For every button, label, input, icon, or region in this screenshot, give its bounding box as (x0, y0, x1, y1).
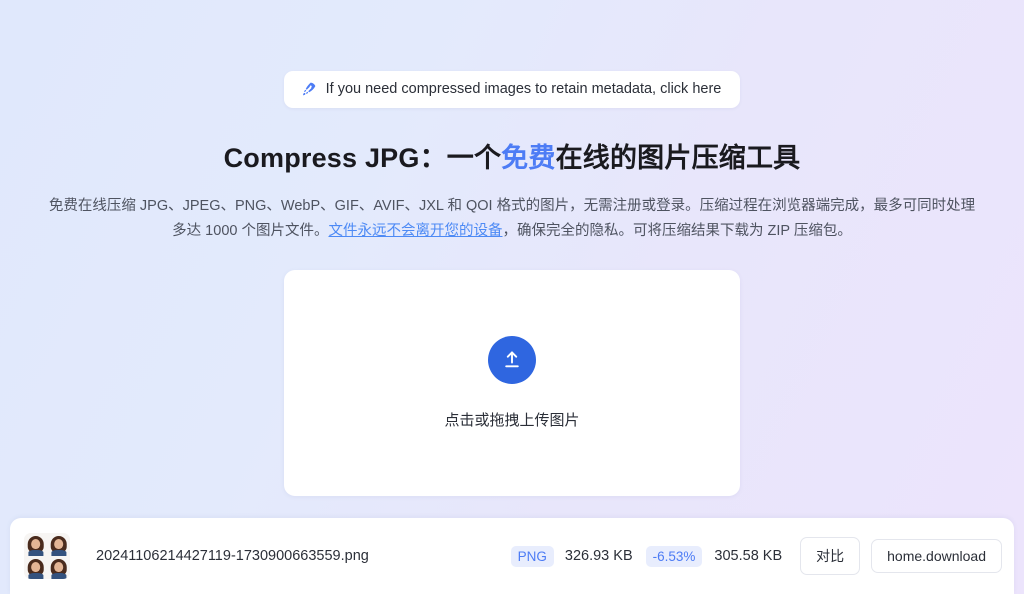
description-line2-post: ，确保完全的隐私。可将压缩结果下载为 ZIP 压缩包。 (502, 223, 851, 239)
compare-button[interactable]: 对比 (800, 537, 860, 575)
reduction-badge: -6.53% (646, 546, 703, 567)
thumbnail-tile (47, 556, 70, 579)
download-button[interactable]: home.download (871, 539, 1002, 573)
original-size: 326.93 KB (565, 548, 633, 564)
banner-region: If you need compressed images to retain … (0, 0, 1024, 108)
compressed-size: 305.58 KB (714, 548, 782, 564)
upload-button[interactable] (488, 336, 536, 384)
page-description: 免费在线压缩 JPG、JPEG、PNG、WebP、GIF、AVIF、JXL 和 … (47, 194, 977, 244)
upload-dropzone[interactable]: 点击或拖拽上传图片 (284, 270, 740, 496)
page-title: Compress JPG：一个免费在线的图片压缩工具 (0, 136, 1024, 175)
privacy-link[interactable]: 文件永远不会离开您的设备 (328, 223, 502, 239)
page-title-highlight: 免费 (501, 143, 555, 173)
upload-arrow-icon (499, 347, 525, 373)
page-title-part1: Compress JPG：一个 (224, 143, 502, 173)
rocket-icon (301, 81, 317, 97)
file-thumbnail[interactable] (24, 533, 70, 579)
file-result-bar: 20241106214427119-1730900663559.png PNG … (10, 518, 1014, 594)
dropzone-label: 点击或拖拽上传图片 (444, 409, 579, 430)
metadata-banner[interactable]: If you need compressed images to retain … (284, 71, 741, 108)
description-line2-pre: 多达 1000 个图片文件。 (172, 223, 328, 239)
file-name: 20241106214427119-1730900663559.png (96, 548, 369, 564)
thumbnail-tile (24, 556, 47, 579)
thumbnail-tile (47, 533, 70, 556)
banner-text: If you need compressed images to retain … (326, 82, 722, 97)
thumbnail-tile (24, 533, 47, 556)
description-line1: 免费在线压缩 JPG、JPEG、PNG、WebP、GIF、AVIF、JXL 和 … (49, 198, 975, 214)
format-badge: PNG (511, 546, 554, 567)
page-title-part2: 在线的图片压缩工具 (556, 143, 801, 173)
dropzone-region: 点击或拖拽上传图片 (0, 270, 1024, 496)
